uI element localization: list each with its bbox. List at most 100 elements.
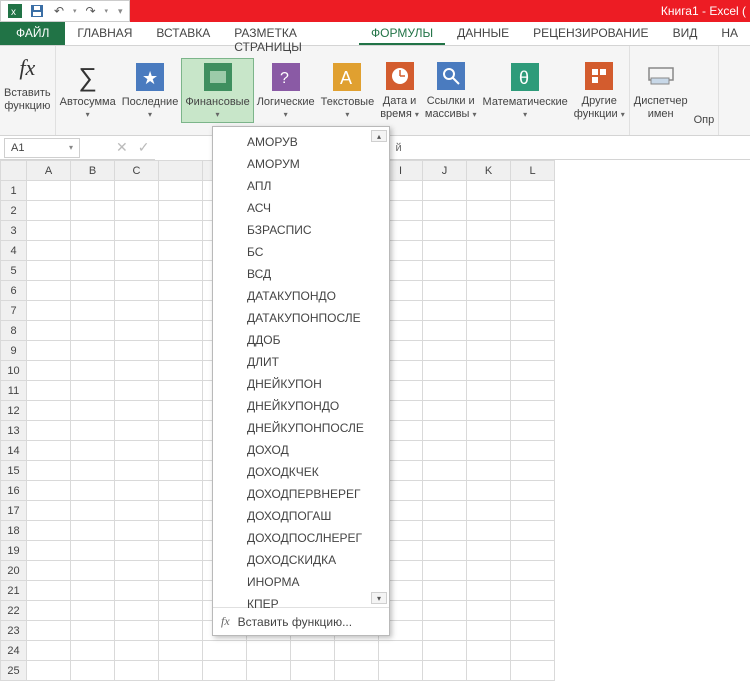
cell[interactable] <box>115 421 159 441</box>
cell[interactable] <box>115 301 159 321</box>
cell[interactable] <box>159 381 203 401</box>
cell[interactable] <box>467 241 511 261</box>
cell[interactable] <box>115 361 159 381</box>
cell[interactable] <box>423 501 467 521</box>
cell[interactable] <box>159 561 203 581</box>
cell[interactable] <box>379 661 423 681</box>
cell[interactable] <box>423 241 467 261</box>
cell[interactable] <box>511 181 555 201</box>
lookup-button[interactable]: Ссылки и массивы ▾ <box>422 58 480 123</box>
cell[interactable] <box>467 661 511 681</box>
cell[interactable] <box>115 321 159 341</box>
cell[interactable] <box>159 181 203 201</box>
row-header[interactable]: 6 <box>1 281 27 301</box>
cell[interactable] <box>467 621 511 641</box>
cell[interactable] <box>467 481 511 501</box>
cell[interactable] <box>115 601 159 621</box>
menu-item[interactable]: АМОРУМ <box>213 153 389 175</box>
row-header[interactable]: 23 <box>1 621 27 641</box>
menu-item[interactable]: ДОХОДПЕРВНЕРЕГ <box>213 483 389 505</box>
cell[interactable] <box>291 641 335 661</box>
cell[interactable] <box>71 581 115 601</box>
scroll-up-button[interactable]: ▴ <box>371 130 387 142</box>
row-header[interactable]: 24 <box>1 641 27 661</box>
cell[interactable] <box>511 221 555 241</box>
row-header[interactable]: 9 <box>1 341 27 361</box>
row-header[interactable]: 11 <box>1 381 27 401</box>
more-functions-button[interactable]: Другие функции ▾ <box>571 58 628 123</box>
cell[interactable] <box>423 301 467 321</box>
cell[interactable] <box>71 381 115 401</box>
cell[interactable] <box>27 541 71 561</box>
cell[interactable] <box>27 641 71 661</box>
row-header[interactable]: 21 <box>1 581 27 601</box>
cell[interactable] <box>423 201 467 221</box>
menu-item[interactable]: ДОХОДСКИДКА <box>213 549 389 571</box>
cell[interactable] <box>423 281 467 301</box>
cell[interactable] <box>115 441 159 461</box>
cell[interactable] <box>467 541 511 561</box>
cell[interactable] <box>423 621 467 641</box>
menu-item[interactable]: КПЕР <box>213 593 389 615</box>
menu-item[interactable]: ИНОРМА <box>213 571 389 593</box>
menu-item[interactable]: ДЛИТ <box>213 351 389 373</box>
cell[interactable] <box>71 501 115 521</box>
cancel-icon[interactable]: ✕ <box>116 139 128 156</box>
cell[interactable] <box>511 521 555 541</box>
cell[interactable] <box>115 481 159 501</box>
cell[interactable] <box>467 501 511 521</box>
menu-item[interactable]: ДОХОДПОГАШ <box>213 505 389 527</box>
text-button[interactable]: A Текстовые ▾ <box>318 59 378 122</box>
tab-extra[interactable]: НА <box>709 22 750 45</box>
cell[interactable] <box>203 661 247 681</box>
cell[interactable] <box>511 641 555 661</box>
cell[interactable] <box>511 461 555 481</box>
cell[interactable] <box>27 661 71 681</box>
cell[interactable] <box>159 461 203 481</box>
financial-button[interactable]: Финансовые ▾ <box>181 58 253 123</box>
column-header[interactable]: A <box>27 161 71 181</box>
cell[interactable] <box>423 561 467 581</box>
cell[interactable] <box>467 581 511 601</box>
cell[interactable] <box>467 641 511 661</box>
cell[interactable] <box>423 541 467 561</box>
cell[interactable] <box>203 641 247 661</box>
menu-item[interactable]: АПЛ <box>213 175 389 197</box>
cell[interactable] <box>511 481 555 501</box>
redo-icon[interactable]: ↷ <box>83 3 99 19</box>
cell[interactable] <box>115 621 159 641</box>
cell[interactable] <box>159 301 203 321</box>
cell[interactable] <box>115 241 159 261</box>
cell[interactable] <box>71 301 115 321</box>
cell[interactable] <box>159 581 203 601</box>
cell[interactable] <box>423 641 467 661</box>
row-header[interactable]: 18 <box>1 521 27 541</box>
cell[interactable] <box>511 341 555 361</box>
insert-function-button[interactable]: fx Вставить функцию <box>1 50 54 115</box>
cell[interactable] <box>423 521 467 541</box>
logical-button[interactable]: ? Логические ▾ <box>254 59 318 122</box>
column-header[interactable]: B <box>71 161 115 181</box>
menu-item[interactable]: АСЧ <box>213 197 389 219</box>
qat-customize-icon[interactable]: ▾ <box>114 6 123 17</box>
cell[interactable] <box>71 221 115 241</box>
row-header[interactable]: 2 <box>1 201 27 221</box>
cell[interactable] <box>159 201 203 221</box>
cell[interactable] <box>159 481 203 501</box>
cell[interactable] <box>115 341 159 361</box>
cell[interactable] <box>71 461 115 481</box>
cell[interactable] <box>423 261 467 281</box>
row-header[interactable]: 10 <box>1 361 27 381</box>
save-icon[interactable] <box>29 3 45 19</box>
cell[interactable] <box>467 341 511 361</box>
cell[interactable] <box>291 661 335 681</box>
cell[interactable] <box>115 401 159 421</box>
cell[interactable] <box>27 621 71 641</box>
cell[interactable] <box>71 361 115 381</box>
cell[interactable] <box>423 341 467 361</box>
cell[interactable] <box>27 501 71 521</box>
menu-item[interactable]: БЗРАСПИС <box>213 219 389 241</box>
menu-item[interactable]: ДАТАКУПОНДО <box>213 285 389 307</box>
row-header[interactable]: 5 <box>1 261 27 281</box>
cell[interactable] <box>159 421 203 441</box>
